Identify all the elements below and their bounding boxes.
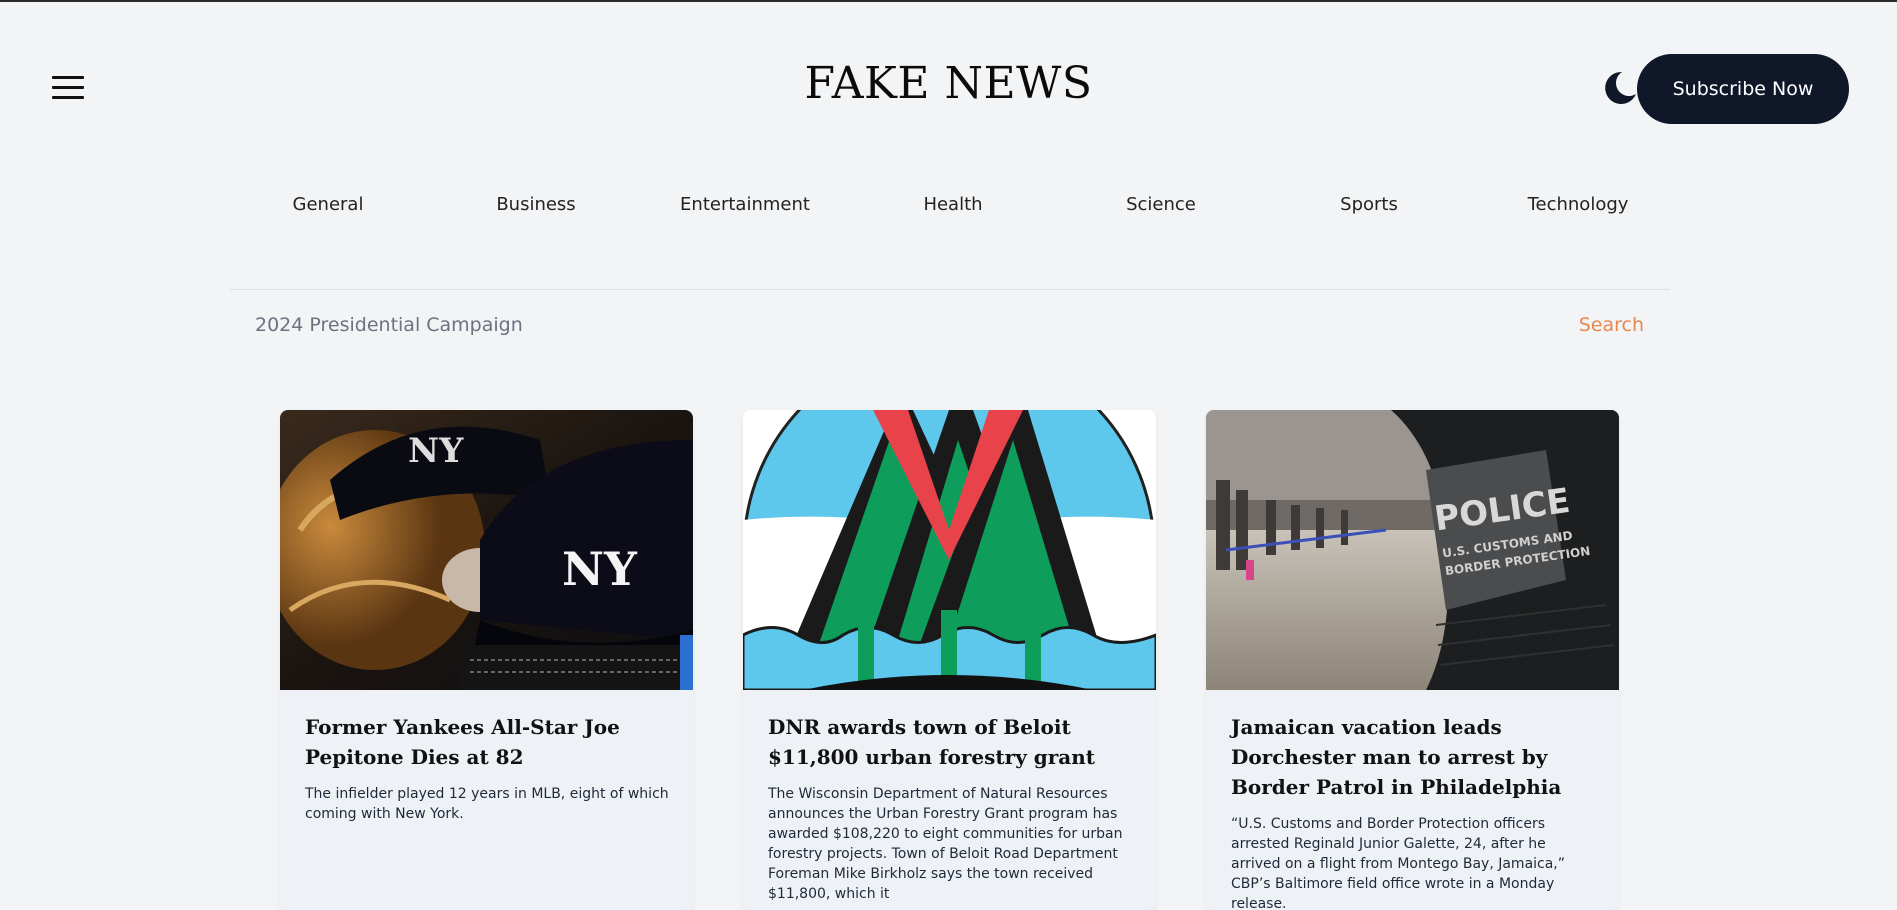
nav-general[interactable]: General xyxy=(228,194,428,215)
trending-topic-link[interactable]: 2024 Presidential Campaign xyxy=(255,314,523,336)
article-card[interactable]: NY NY Former Yankees All-Star Joe Pepito… xyxy=(280,410,693,910)
moon-icon[interactable] xyxy=(1598,68,1638,108)
article-title[interactable]: Jamaican vacation leads Dorchester man t… xyxy=(1231,712,1601,802)
site-header: FAKE NEWS Subscribe Now xyxy=(0,2,1897,172)
search-link[interactable]: Search xyxy=(1579,314,1644,336)
cbp-officer-airport-photo: POLICE U.S. CUSTOMS AND BORDER PROTECTIO… xyxy=(1206,410,1619,690)
nav-technology[interactable]: Technology xyxy=(1478,194,1678,215)
article-description: “U.S. Customs and Border Protection offi… xyxy=(1231,816,1566,910)
article-card[interactable]: POLICE U.S. CUSTOMS AND BORDER PROTECTIO… xyxy=(1206,410,1619,910)
town-of-beloit-logo xyxy=(743,410,1156,690)
nav-sports[interactable]: Sports xyxy=(1269,194,1469,215)
nav-health[interactable]: Health xyxy=(853,194,1053,215)
category-nav: General Business Entertainment Health Sc… xyxy=(228,194,1668,224)
section-divider xyxy=(230,289,1670,290)
subscribe-button[interactable]: Subscribe Now xyxy=(1637,54,1849,124)
article-title[interactable]: Former Yankees All-Star Joe Pepitone Die… xyxy=(305,712,675,772)
yankees-cap-and-glove-photo: NY NY xyxy=(280,410,693,690)
svg-text:NY: NY xyxy=(408,431,464,471)
article-description: The infielder played 12 years in MLB, ei… xyxy=(305,786,669,822)
nav-entertainment[interactable]: Entertainment xyxy=(645,194,845,215)
article-card[interactable]: DNR awards town of Beloit $11,800 urban … xyxy=(743,410,1156,910)
article-description: The Wisconsin Department of Natural Reso… xyxy=(768,786,1123,902)
svg-text:NY: NY xyxy=(562,542,638,596)
article-title[interactable]: DNR awards town of Beloit $11,800 urban … xyxy=(768,712,1138,772)
nav-business[interactable]: Business xyxy=(436,194,636,215)
nav-science[interactable]: Science xyxy=(1061,194,1261,215)
